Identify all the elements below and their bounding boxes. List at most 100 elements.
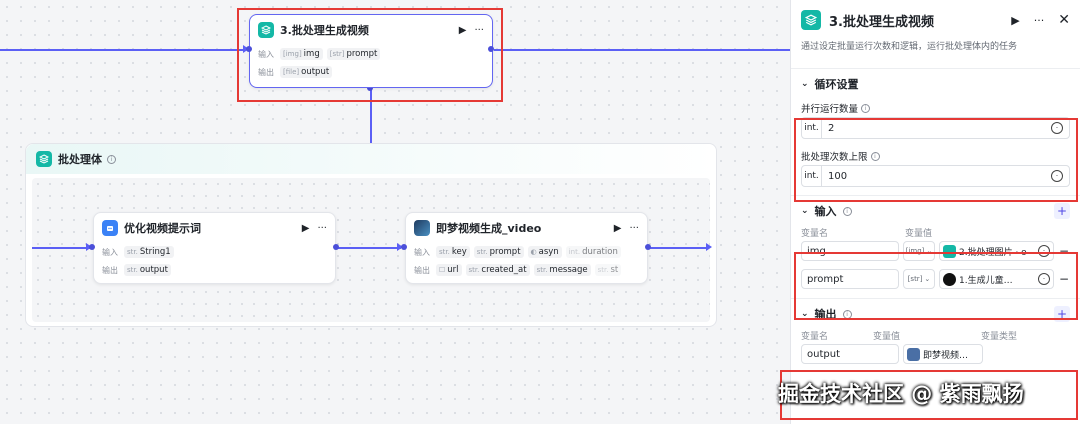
input-tag: [str] prompt xyxy=(326,48,381,60)
edge-optimize-to-video xyxy=(337,247,401,249)
variable-ref-select[interactable]: 2.批处理图片 · o · xyxy=(939,241,1054,261)
max-batch-input[interactable]: int. 100 · xyxy=(801,165,1070,187)
close-icon[interactable]: ✕ xyxy=(1058,12,1070,28)
more-icon[interactable]: ··· xyxy=(629,223,639,234)
more-icon[interactable]: ··· xyxy=(1034,14,1045,27)
type-select[interactable]: [str] ⌄ xyxy=(903,269,935,289)
chevron-down-icon[interactable]: ⌄ xyxy=(801,309,809,319)
port-out-dot[interactable] xyxy=(488,46,494,52)
run-icon[interactable]: ▶ xyxy=(1011,14,1019,27)
panel-title: 3.批处理生成视频 xyxy=(829,14,934,30)
input-tag: int. duration xyxy=(565,246,621,258)
watermark-text: 掘金技术社区 @ 紫雨飘扬 xyxy=(778,382,1024,406)
input-variable-row: prompt [str] ⌄ 1.生成儿童… · − xyxy=(801,268,1070,290)
node-outputs: 输出 str. output xyxy=(94,261,335,279)
type-select[interactable]: [img] ⌄ xyxy=(903,241,935,261)
output-tag: str. message xyxy=(533,264,591,276)
run-icon[interactable]: ▶ xyxy=(302,223,310,234)
edge-arrow xyxy=(706,243,712,251)
input-tag: str. String1 xyxy=(124,246,174,258)
node-title: 优化视频提示词 xyxy=(124,222,201,235)
port-dot[interactable] xyxy=(89,244,95,250)
edge-main-to-right xyxy=(494,49,790,51)
variable-name-input[interactable]: prompt xyxy=(801,269,899,289)
node-inputs: 输入 [img] img [str] prompt xyxy=(250,45,492,63)
plugin-image-icon xyxy=(907,347,920,361)
section-header[interactable]: ⌄ 输入 i + xyxy=(801,196,1070,226)
variable-name-input[interactable]: output xyxy=(801,344,899,364)
llm-robot-icon xyxy=(102,220,118,236)
input-tag: str. prompt xyxy=(473,246,524,258)
port-dot[interactable] xyxy=(333,244,339,250)
add-input-button[interactable]: + xyxy=(1054,203,1070,219)
panel-header: 3.批处理生成视频 ▶ ··· ✕ xyxy=(791,0,1080,40)
node-optimize-prompt[interactable]: 优化视频提示词 ▶ ··· 输入 str. String1 输出 str. outp… xyxy=(93,212,336,284)
batch-layers-icon xyxy=(258,22,274,38)
more-icon[interactable]: ··· xyxy=(474,25,484,36)
info-icon[interactable]: i xyxy=(870,151,880,161)
run-icon[interactable]: ▶ xyxy=(459,25,467,36)
output-tag: str. output xyxy=(124,264,171,276)
llm-logo-icon xyxy=(943,272,956,286)
stepper-icon[interactable]: · xyxy=(1051,170,1063,182)
input-column-header: 变量名 变量值 xyxy=(801,229,933,239)
chevron-down-icon: ⌄ xyxy=(924,275,931,283)
node-inputs: 输入 str. key str. prompt ◐ asyn int. duration xyxy=(406,243,647,261)
output-tag: ☐ url xyxy=(436,264,462,276)
node-title: 即梦视频生成_video xyxy=(436,222,542,235)
add-output-button[interactable]: + xyxy=(1054,306,1070,322)
output-tag: [file] output xyxy=(280,66,333,78)
port-in-dot[interactable] xyxy=(246,46,252,52)
port-dot[interactable] xyxy=(645,244,651,250)
more-icon[interactable]: ··· xyxy=(317,223,327,234)
input-tag: [img] img xyxy=(280,48,323,60)
info-icon[interactable]: i xyxy=(107,154,116,164)
variable-ref-select[interactable]: 1.生成儿童… · xyxy=(939,269,1054,289)
variable-name-input[interactable]: img xyxy=(801,241,899,261)
remove-input-button[interactable]: − xyxy=(1058,272,1070,286)
input-tag: str. key xyxy=(436,246,470,258)
node-header: 3.批处理生成视频 ▶ ··· xyxy=(250,15,492,45)
node-outputs: 输出 [file] output xyxy=(250,63,492,81)
info-icon[interactable]: i xyxy=(842,206,852,216)
node-header: 即梦视频生成_video ▶ ··· xyxy=(406,213,647,243)
output-tag: str. created_at xyxy=(465,264,530,276)
chevron-down-icon: ⌄ xyxy=(926,247,933,255)
info-icon[interactable]: i xyxy=(861,103,871,113)
chevron-down-icon[interactable]: ⌄ xyxy=(801,79,809,89)
batch-layers-icon xyxy=(801,10,821,30)
variable-ref-select[interactable]: 即梦视频… xyxy=(903,344,983,364)
port-dot[interactable] xyxy=(401,244,407,250)
info-icon[interactable]: i xyxy=(842,309,852,319)
batch-layers-icon xyxy=(943,244,956,258)
node-outputs: 输出 ☐ url str. created_at str. message str. s… xyxy=(406,261,647,279)
output-column-header: 变量名 变量值 变量类型 xyxy=(801,332,1018,342)
batch-title: 批处理体 xyxy=(58,153,102,166)
parallel-count-input[interactable]: int. 2 · xyxy=(801,117,1070,139)
edge-batch-start xyxy=(32,247,90,249)
output-variable-row: output 即梦视频… xyxy=(801,343,1070,365)
node-inputs: 输入 str. String1 xyxy=(94,243,335,261)
plugin-image-icon xyxy=(414,220,430,236)
edge-main-to-batch xyxy=(370,88,372,144)
section-header[interactable]: ⌄ 循环设置 xyxy=(801,69,1070,99)
run-icon[interactable]: ▶ xyxy=(614,223,622,234)
edge-left-to-main xyxy=(0,49,244,51)
section-header[interactable]: ⌄ 输出 i + xyxy=(801,299,1070,329)
node-jimeng-video[interactable]: 即梦视频生成_video ▶ ··· 输入 str. key str. prompt… xyxy=(405,212,648,284)
stepper-icon[interactable]: · xyxy=(1051,122,1063,134)
node-header: 优化视频提示词 ▶ ··· xyxy=(94,213,335,243)
workflow-canvas[interactable]: 3.批处理生成视频 ▶ ··· 输入 [img] img [str] prompt … xyxy=(0,0,790,424)
panel-description: 通过设定批量运行次数和逻辑，运行批处理体内的任务 xyxy=(801,42,1018,52)
batch-layers-icon xyxy=(36,151,52,167)
ref-icon[interactable]: · xyxy=(1038,245,1050,257)
edge-video-to-end xyxy=(650,247,708,249)
remove-input-button[interactable]: − xyxy=(1058,244,1070,258)
output-tag: str. st xyxy=(594,264,622,276)
loop-settings-section: ⌄ 循环设置 并行运行数量 i int. 2 · 批处理次数上限 i int. 10… xyxy=(791,68,1080,187)
chevron-down-icon[interactable]: ⌄ xyxy=(801,206,809,216)
ref-icon[interactable]: · xyxy=(1038,273,1050,285)
input-variable-row: img [img] ⌄ 2.批处理图片 · o · − xyxy=(801,240,1070,262)
inputs-section: ⌄ 输入 i + 变量名 变量值 img [img] ⌄ 2.批处理图片 · o … xyxy=(791,195,1080,290)
node-batch-generate-video[interactable]: 3.批处理生成视频 ▶ ··· 输入 [img] img [str] prompt … xyxy=(249,14,493,88)
